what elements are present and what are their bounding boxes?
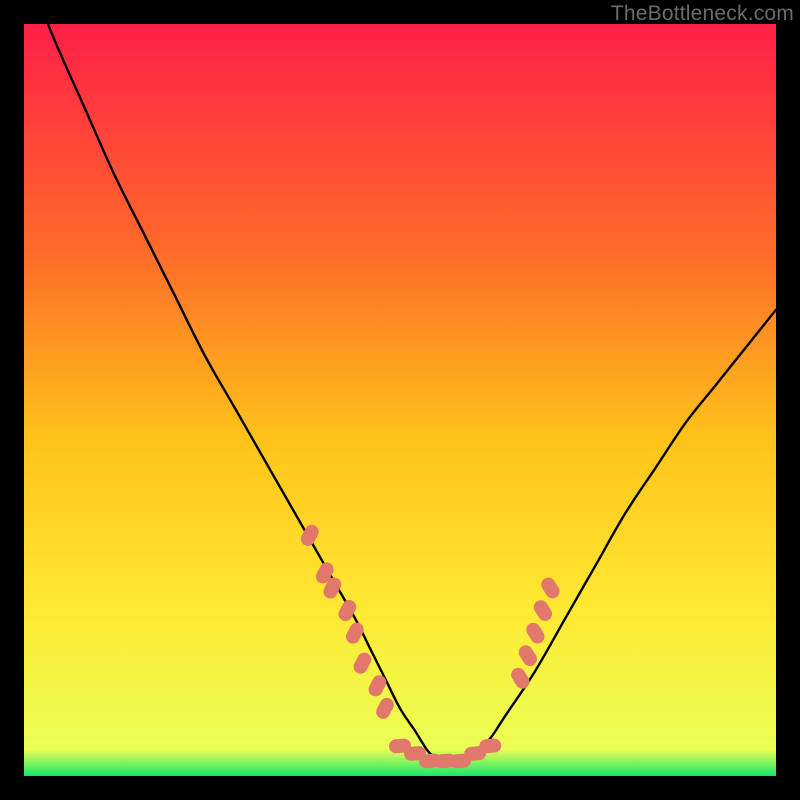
chart-frame <box>24 24 776 776</box>
watermark-text: TheBottleneck.com <box>611 2 794 26</box>
bottleneck-chart <box>24 24 776 776</box>
chart-background <box>24 24 776 776</box>
